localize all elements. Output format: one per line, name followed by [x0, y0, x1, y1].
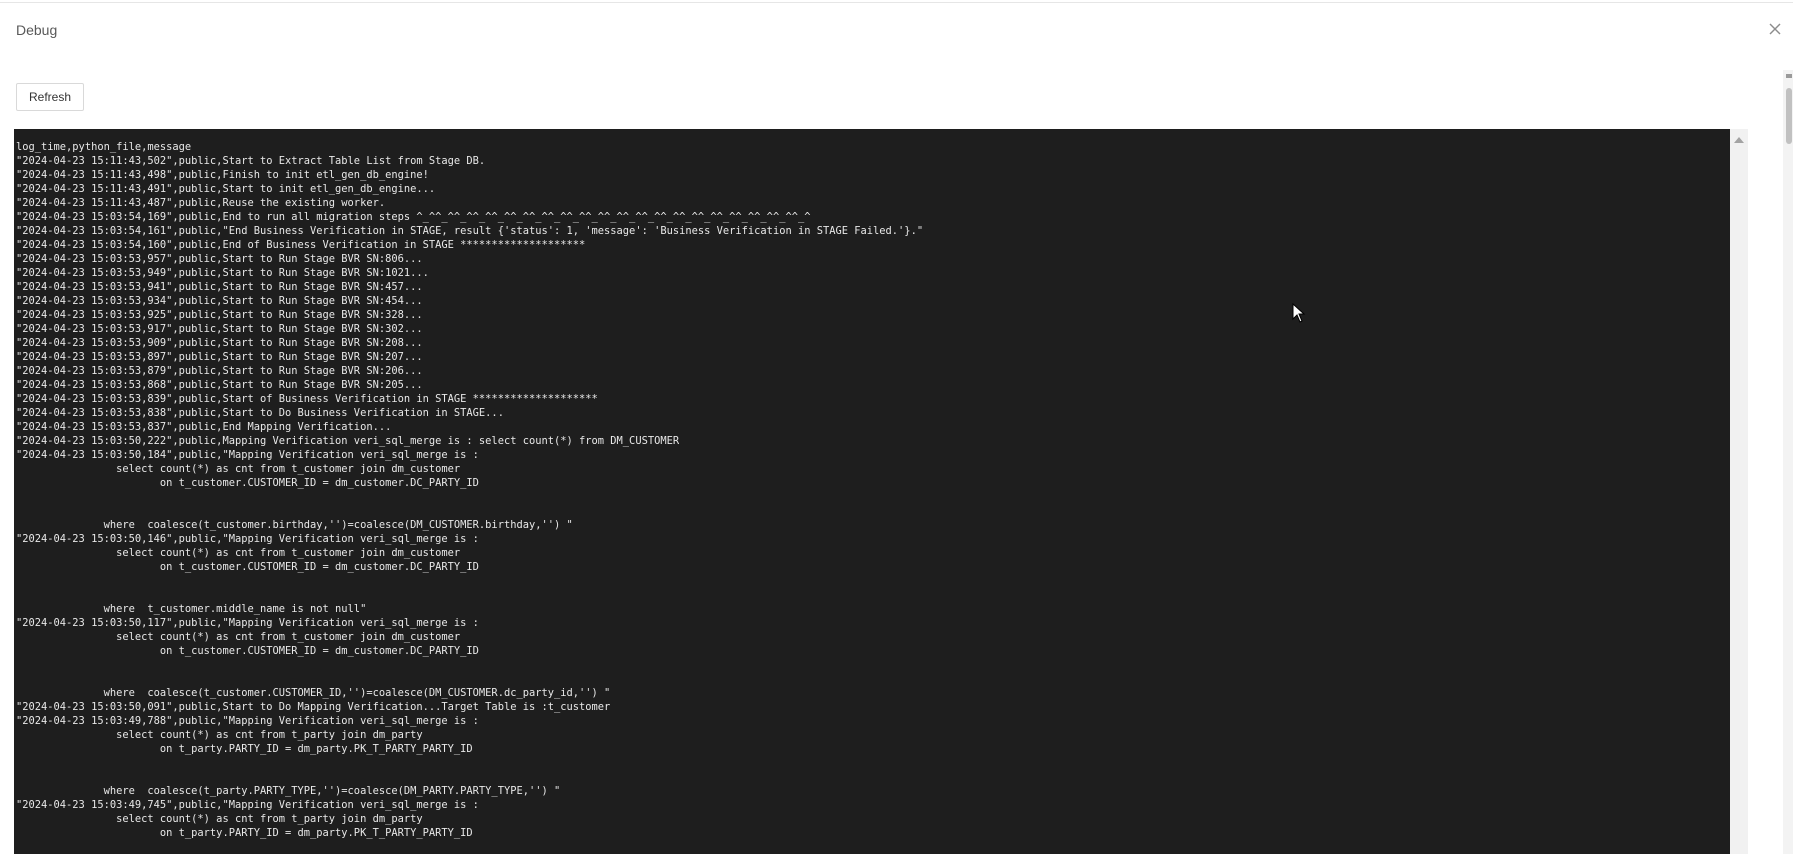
log-line: on t_party.PARTY_ID = dm_party.PK_T_PART…	[16, 827, 473, 839]
log-line: "2024-04-23 15:03:53,941",public,Start t…	[16, 281, 423, 293]
log-line: select count(*) as cnt from t_party join…	[16, 813, 423, 825]
log-line: "2024-04-23 15:03:53,917",public,Start t…	[16, 323, 423, 335]
log-line: select count(*) as cnt from t_customer j…	[16, 631, 461, 643]
log-line: "2024-04-23 15:03:54,161",public,"End Bu…	[16, 225, 924, 237]
log-line: "2024-04-23 15:03:53,909",public,Start t…	[16, 337, 423, 349]
log-line: "2024-04-23 15:03:53,934",public,Start t…	[16, 295, 423, 307]
log-line: "2024-04-23 15:03:53,837",public,End Map…	[16, 421, 392, 433]
log-line: select count(*) as cnt from t_party join…	[16, 729, 423, 741]
log-line: "2024-04-23 15:03:53,839",public,Start o…	[16, 393, 598, 405]
log-line: "2024-04-23 15:03:50,091",public,Start t…	[16, 701, 611, 713]
page-scrollbar-marker	[1786, 74, 1792, 78]
log-line: on t_customer.CUSTOMER_ID = dm_customer.…	[16, 645, 479, 657]
log-line: where coalesce(t_customer.birthday,'')=c…	[16, 519, 573, 531]
log-output: log_time,python_file,message "2024-04-23…	[16, 140, 923, 840]
log-line: where coalesce(t_customer.CUSTOMER_ID,''…	[16, 687, 611, 699]
log-line: log_time,python_file,message	[16, 141, 192, 153]
log-scrollbar[interactable]	[1730, 129, 1748, 854]
log-line: "2024-04-23 15:03:53,925",public,Start t…	[16, 309, 423, 321]
log-line: "2024-04-23 15:11:43,502",public,Start t…	[16, 155, 486, 167]
log-line: "2024-04-23 15:03:54,169",public,End to …	[16, 211, 811, 223]
close-icon[interactable]	[1766, 20, 1784, 38]
log-line: "2024-04-23 15:03:50,222",public,Mapping…	[16, 435, 680, 447]
log-line: "2024-04-23 15:03:53,949",public,Start t…	[16, 267, 429, 279]
log-line: select count(*) as cnt from t_customer j…	[16, 463, 461, 475]
log-line: where coalesce(t_party.PARTY_TYPE,'')=co…	[16, 785, 561, 797]
refresh-button[interactable]: Refresh	[16, 83, 84, 111]
scroll-up-icon[interactable]	[1734, 137, 1744, 143]
log-line: where t_customer.middle_name is not null…	[16, 603, 367, 615]
log-line: "2024-04-23 15:03:53,879",public,Start t…	[16, 365, 423, 377]
log-line: "2024-04-23 15:03:54,160",public,End of …	[16, 239, 586, 251]
log-line: "2024-04-23 15:11:43,498",public,Finish …	[16, 169, 429, 181]
log-line: "2024-04-23 15:11:43,491",public,Start t…	[16, 183, 436, 195]
log-panel: log_time,python_file,message "2024-04-23…	[14, 129, 1748, 854]
log-line: select count(*) as cnt from t_customer j…	[16, 547, 461, 559]
log-line: "2024-04-23 15:03:53,838",public,Start t…	[16, 407, 504, 419]
log-line: "2024-04-23 15:03:49,788",public,"Mappin…	[16, 715, 479, 727]
log-line: "2024-04-23 15:03:50,146",public,"Mappin…	[16, 533, 479, 545]
log-line: "2024-04-23 15:03:53,897",public,Start t…	[16, 351, 423, 363]
log-line: "2024-04-23 15:03:53,957",public,Start t…	[16, 253, 423, 265]
page-scrollbar-thumb[interactable]	[1786, 88, 1792, 144]
modal-title: Debug	[16, 22, 58, 38]
log-line: on t_customer.CUSTOMER_ID = dm_customer.…	[16, 561, 479, 573]
log-line: "2024-04-23 15:03:53,868",public,Start t…	[16, 379, 423, 391]
log-line: "2024-04-23 15:11:43,487",public,Reuse t…	[16, 197, 386, 209]
log-line: "2024-04-23 15:03:50,117",public,"Mappin…	[16, 617, 479, 629]
log-line: on t_customer.CUSTOMER_ID = dm_customer.…	[16, 477, 479, 489]
log-line: "2024-04-23 15:03:49,745",public,"Mappin…	[16, 799, 479, 811]
page-scrollbar[interactable]	[1783, 70, 1793, 854]
log-line: on t_party.PARTY_ID = dm_party.PK_T_PART…	[16, 743, 473, 755]
mouse-cursor-icon	[1292, 303, 1306, 323]
top-divider	[0, 2, 1793, 3]
log-line: "2024-04-23 15:03:50,184",public,"Mappin…	[16, 449, 479, 461]
